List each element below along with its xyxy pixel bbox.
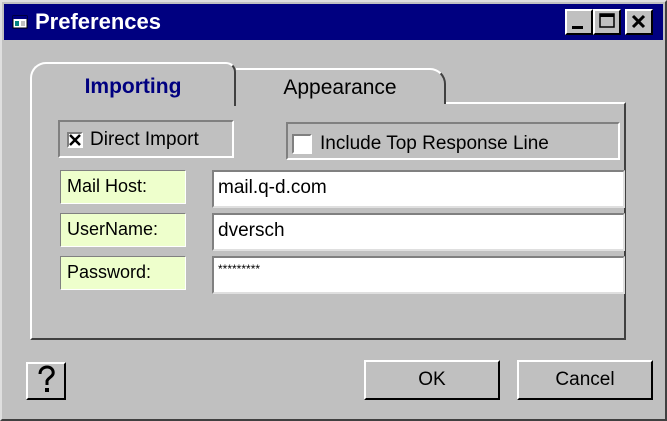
app-window-icon[interactable]: [12, 14, 28, 30]
help-button[interactable]: [26, 362, 66, 400]
username-label: UserName:: [60, 213, 186, 247]
include-top-response-label[interactable]: Include Top Response Line: [320, 132, 549, 156]
preferences-window: Preferences Importing Appearance Direct …: [0, 0, 667, 421]
tab-importing[interactable]: Importing: [30, 62, 236, 106]
direct-import-checkbox[interactable]: [67, 132, 83, 148]
maximize-icon: [599, 13, 615, 28]
tab-appearance-label: Appearance: [283, 76, 397, 99]
username-input[interactable]: dversch: [212, 213, 625, 251]
password-input[interactable]: *********: [212, 256, 625, 294]
close-icon: [631, 14, 646, 29]
window-title: Preferences: [35, 9, 161, 34]
tab-appearance[interactable]: Appearance: [236, 68, 446, 104]
checkmark-x-icon: [69, 134, 81, 146]
tab-importing-label: Importing: [84, 75, 182, 98]
title-bar[interactable]: Preferences: [4, 4, 663, 40]
ok-button[interactable]: OK: [364, 360, 500, 400]
maximize-button[interactable]: [593, 9, 621, 35]
cancel-button[interactable]: Cancel: [517, 360, 653, 400]
close-button[interactable]: [625, 9, 653, 35]
mail-host-input[interactable]: mail.q-d.com: [212, 170, 625, 208]
minimize-icon: [572, 26, 583, 29]
mail-host-label: Mail Host:: [60, 170, 186, 204]
direct-import-label[interactable]: Direct Import: [90, 128, 199, 152]
question-mark-icon: [38, 365, 55, 392]
password-label: Password:: [60, 256, 186, 290]
include-top-response-checkbox[interactable]: [292, 134, 312, 154]
minimize-button[interactable]: [565, 9, 593, 35]
